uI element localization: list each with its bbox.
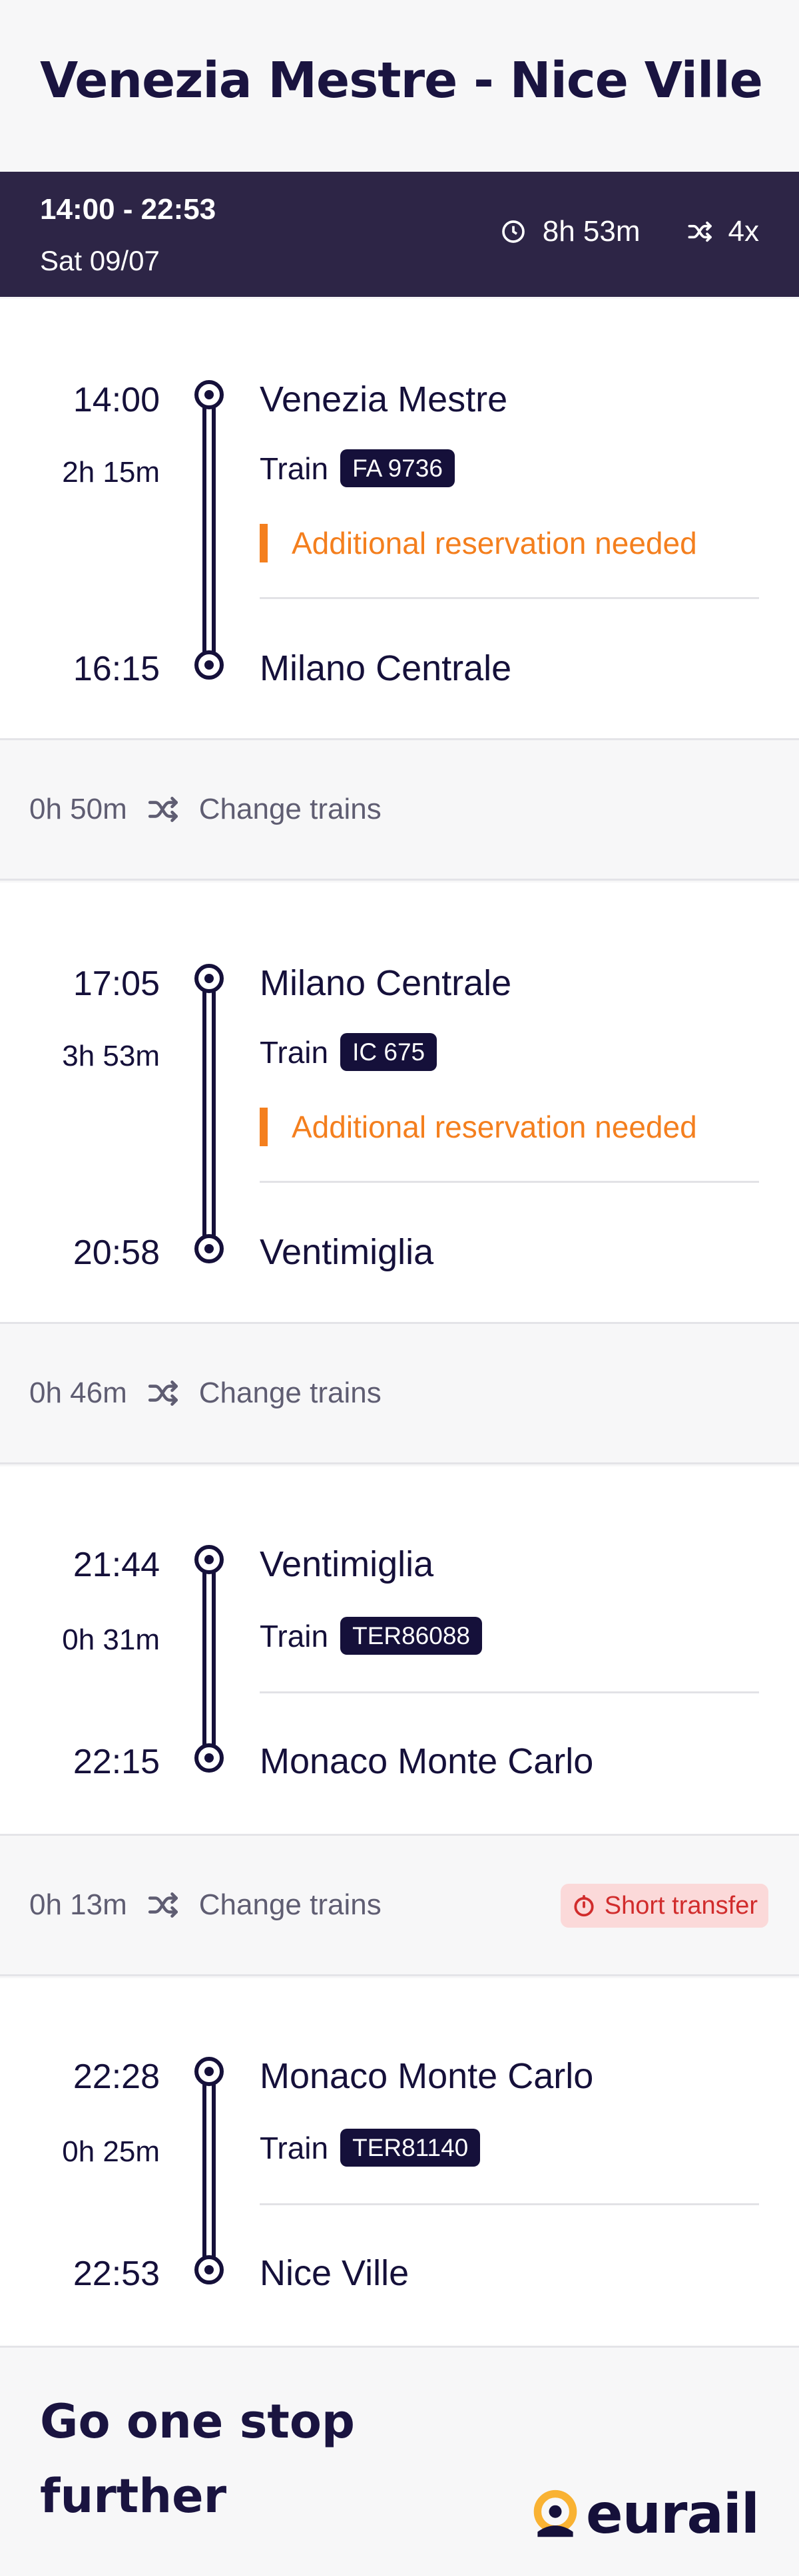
timer-icon	[574, 1894, 594, 1917]
departure-station: Ventimiglia	[260, 1544, 434, 1584]
arrival-station: Nice Ville	[260, 2253, 409, 2293]
departure-dot	[194, 380, 224, 409]
clock-icon	[501, 220, 525, 243]
warning-bar	[260, 1108, 268, 1146]
journey-leg[interactable]: 21:44 Ventimiglia 0h 31m Train TER86088 …	[0, 1466, 799, 1834]
departure-dot	[194, 964, 224, 993]
transfer-row: 0h 50m Change trains	[0, 738, 799, 881]
reservation-text: Additional reservation needed	[292, 526, 697, 560]
shuffle-icon	[148, 797, 178, 822]
departure-station: Milano Centrale	[260, 963, 512, 1003]
divider	[260, 2203, 759, 2205]
transfer-label: Change trains	[198, 793, 382, 825]
departure-time: 17:05	[73, 965, 160, 1003]
transfer-label: Change trains	[198, 1377, 382, 1409]
departure-station: Monaco Monte Carlo	[260, 2056, 594, 2096]
arrival-dot	[194, 1234, 224, 1263]
train-number-badge: TER86088	[340, 1617, 482, 1655]
page-title: Venezia Mestre - Nice Ville	[40, 52, 763, 109]
train-number-badge: FA 9736	[340, 449, 455, 487]
train-label: Train	[260, 2130, 329, 2165]
reservation-notice: Additional reservation needed	[260, 1108, 697, 1146]
route-line	[202, 2082, 216, 2267]
shuffle-icon	[688, 221, 712, 242]
arrival-time: 20:58	[73, 1233, 160, 1272]
shuffle-icon	[148, 1381, 178, 1406]
route-line	[202, 989, 216, 1243]
short-transfer-badge: Short transfer	[560, 1884, 768, 1928]
train-number-badge: TER81140	[340, 2129, 481, 2167]
journey-date: Sat 09/07	[40, 245, 160, 276]
journey-leg[interactable]: 14:00 Venezia Mestre 2h 15m Train FA 973…	[0, 299, 799, 738]
arrival-time: 22:15	[73, 1743, 160, 1781]
train-label: Train	[260, 1034, 329, 1070]
departure-dot	[194, 1545, 224, 1574]
warning-bar	[260, 524, 268, 562]
leg-duration: 0h 25m	[62, 2135, 160, 2168]
journey-transfer-count: 4x	[728, 215, 759, 248]
reservation-notice: Additional reservation needed	[260, 524, 697, 562]
journey-meta: 8h 53m 4x	[500, 213, 759, 250]
departure-time: 21:44	[73, 1546, 160, 1584]
eurail-logo[interactable]: eurail	[530, 2482, 760, 2546]
departure-dot	[194, 2057, 224, 2086]
arrival-dot	[194, 650, 224, 680]
transfer-row: 0h 46m Change trains	[0, 1322, 799, 1464]
journey-leg[interactable]: 22:28 Monaco Monte Carlo 0h 25m Train TE…	[0, 1978, 799, 2346]
departure-station: Venezia Mestre	[260, 379, 508, 419]
train-info: Train TER86088	[260, 1617, 482, 1655]
departure-time: 22:28	[73, 2057, 160, 2096]
divider	[260, 1181, 759, 1183]
short-transfer-text: Short transfer	[604, 1891, 758, 1920]
footer-divider	[0, 2346, 799, 2348]
train-info: Train TER81140	[260, 2129, 481, 2167]
arrival-time: 16:15	[73, 650, 160, 688]
arrival-station: Monaco Monte Carlo	[260, 1741, 594, 1781]
transfer-label: Change trains	[198, 1888, 382, 1921]
journey-summary-bar[interactable]: 14:00 - 22:53 Sat 09/07 8h 53m 4x	[0, 172, 799, 297]
transfer-duration: 0h 13m	[29, 1888, 127, 1921]
train-label: Train	[260, 1618, 329, 1653]
eurail-logo-icon	[533, 2489, 577, 2537]
arrival-station: Milano Centrale	[260, 648, 512, 688]
train-label: Train	[260, 451, 329, 486]
leg-duration: 0h 31m	[62, 1623, 160, 1656]
leg-duration: 2h 15m	[62, 456, 160, 489]
journey-leg[interactable]: 17:05 Milano Centrale 3h 53m Train IC 67…	[0, 883, 799, 1322]
footer-title: Go one stop further	[40, 2394, 356, 2523]
arrival-time: 22:53	[73, 2254, 160, 2293]
route-line	[202, 405, 216, 660]
transfer-duration: 0h 46m	[29, 1377, 127, 1409]
train-info: Train FA 9736	[260, 449, 455, 487]
shuffle-icon	[148, 1892, 178, 1918]
departure-time: 14:00	[73, 381, 160, 419]
leg-duration: 3h 53m	[62, 1040, 160, 1072]
transfer-duration: 0h 50m	[29, 793, 127, 825]
transfer-row: 0h 13m Change trains Short transfer	[0, 1834, 799, 1976]
journey-times: 14:00 - 22:53	[40, 193, 216, 226]
arrival-station: Ventimiglia	[260, 1232, 434, 1272]
divider	[260, 1691, 759, 1693]
journey-duration: 8h 53m	[542, 215, 641, 248]
divider	[260, 597, 759, 599]
train-number-badge: IC 675	[340, 1033, 437, 1071]
brand-wordmark: eurail	[586, 2482, 760, 2546]
train-info: Train IC 675	[260, 1033, 437, 1071]
arrival-dot	[194, 1743, 224, 1773]
route-line	[202, 1570, 216, 1755]
arrival-dot	[194, 2255, 224, 2284]
reservation-text: Additional reservation needed	[292, 1110, 697, 1144]
